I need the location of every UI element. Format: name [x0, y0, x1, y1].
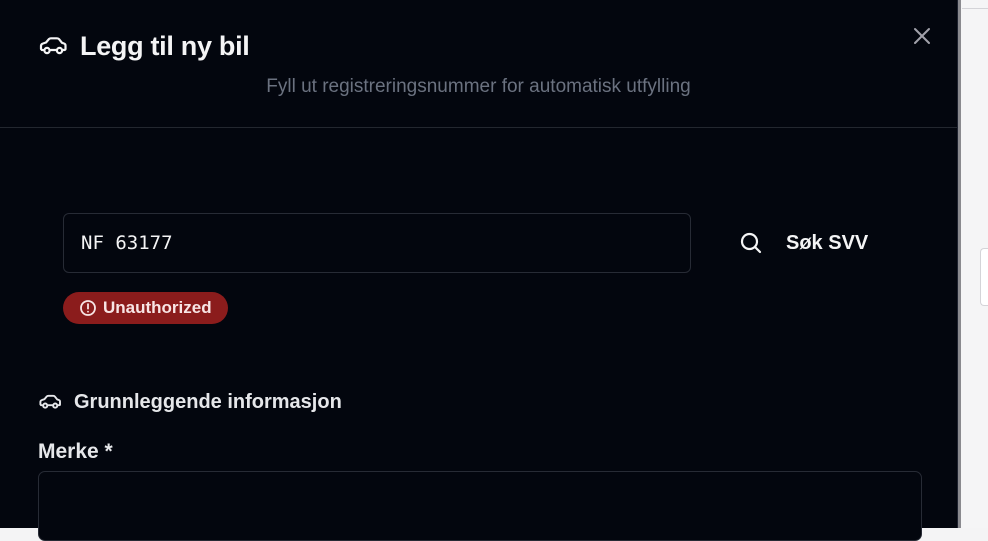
dialog-subtitle: Fyll ut registreringsnummer for automati… — [266, 76, 691, 97]
dialog-header: Legg til ny bil Fyll ut registreringsnum… — [0, 0, 957, 128]
search-svv-label: Søk SVV — [786, 231, 869, 254]
brand-field-label: Merke * — [38, 440, 113, 463]
dialog-title-row: Legg til ny bil — [38, 26, 250, 66]
modal-shadow — [958, 0, 961, 528]
backdrop-input — [980, 248, 988, 306]
brand-input[interactable] — [38, 471, 922, 541]
dialog-title: Legg til ny bil — [80, 30, 250, 61]
error-message: Unauthorized — [103, 298, 212, 317]
backdrop-divider — [962, 8, 988, 9]
error-badge: Unauthorized — [63, 292, 228, 324]
close-button[interactable] — [908, 22, 936, 50]
car-icon — [39, 394, 61, 409]
car-icon — [39, 37, 67, 55]
add-car-dialog: Legg til ny bil Fyll ut registreringsnum… — [0, 0, 958, 541]
alert-circle-icon — [80, 300, 96, 316]
section-title: Grunnleggende informasjon — [74, 390, 342, 413]
section-basic-info-header: Grunnleggende informasjon — [38, 388, 342, 416]
registration-number-input[interactable] — [63, 213, 691, 273]
search-icon — [740, 232, 762, 254]
search-svv-button[interactable]: Søk SVV — [722, 213, 902, 273]
close-icon — [914, 28, 930, 44]
